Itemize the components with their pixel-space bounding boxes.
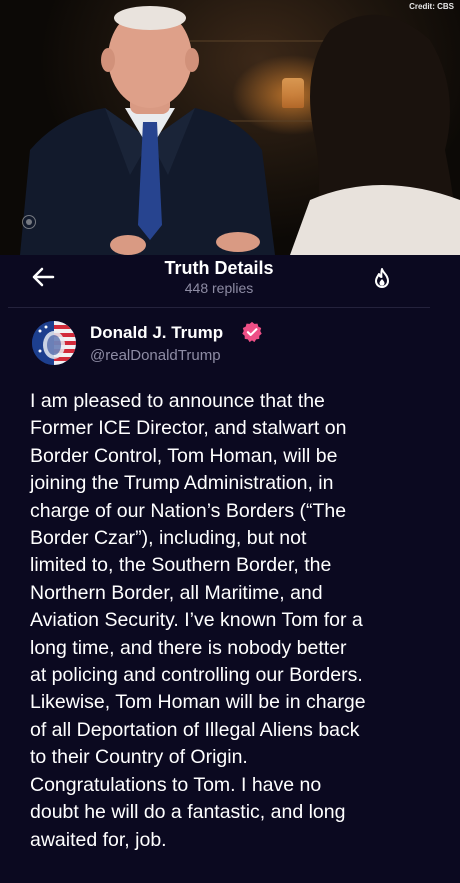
post-body: I am pleased to announce that the Former… (30, 390, 366, 851)
page-title: Truth Details (164, 258, 274, 278)
interviewee-figure (20, 6, 275, 255)
flame-icon[interactable] (370, 267, 394, 291)
truth-details-panel: Truth Details 448 replies Donald J. Trum… (8, 255, 460, 883)
reply-count: 448 replies (184, 280, 254, 296)
verified-badge-icon (242, 321, 262, 343)
interview-photo: Credit: CBS (0, 0, 460, 255)
author-name[interactable]: Donald J. Trump (90, 323, 223, 343)
interviewer-figure (290, 14, 460, 255)
avatar-image (32, 321, 76, 365)
author-handle[interactable]: @realDonaldTrump (90, 347, 221, 364)
photo-credit: Credit: CBS (409, 2, 454, 11)
header-bar: Truth Details 448 replies (8, 255, 430, 308)
cbs-logo-icon (22, 215, 36, 229)
avatar[interactable] (32, 321, 76, 365)
